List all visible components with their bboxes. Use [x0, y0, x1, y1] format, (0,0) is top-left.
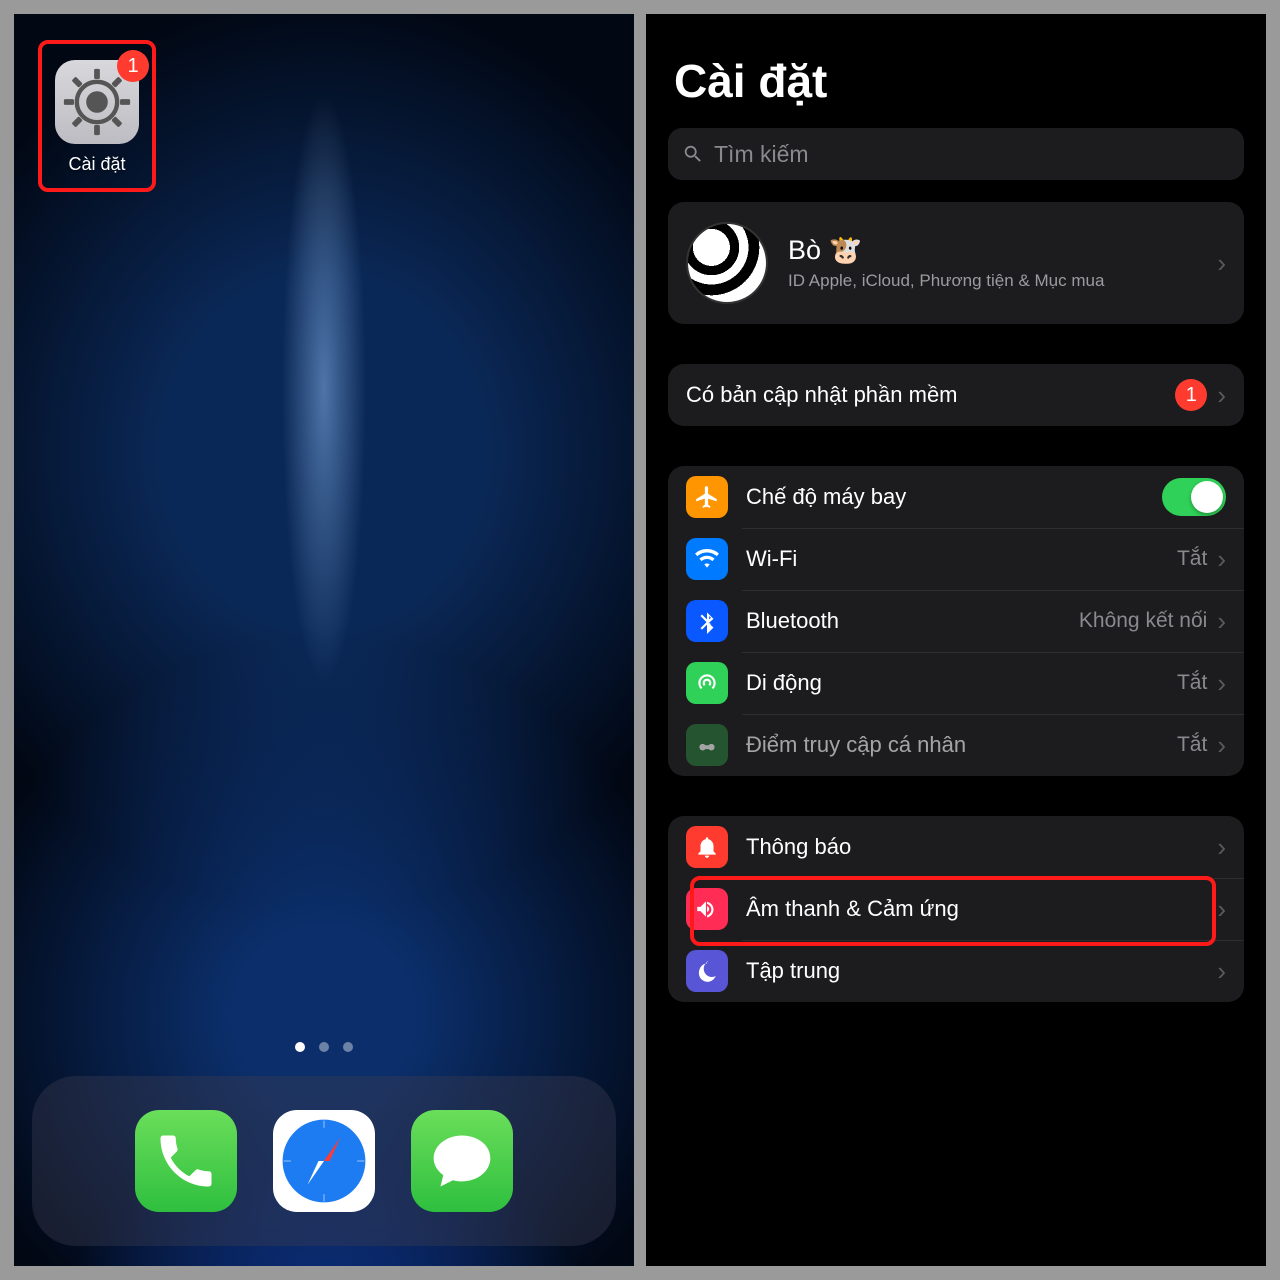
software-update-row[interactable]: Có bản cập nhật phần mềm 1 › [668, 364, 1244, 426]
settings-app-highlight: 1 Cài đặt [38, 40, 156, 192]
focus-label: Tập trung [746, 958, 1207, 984]
airplane-mode-toggle[interactable] [1162, 478, 1226, 516]
safari-app-icon[interactable] [273, 1110, 375, 1212]
chevron-right-icon: › [1217, 832, 1226, 863]
search-input[interactable]: Tìm kiếm [668, 128, 1244, 180]
chevron-right-icon: › [1217, 380, 1226, 411]
chevron-right-icon: › [1217, 606, 1226, 637]
bluetooth-label: Bluetooth [746, 608, 1079, 634]
airplane-mode-row[interactable]: Chế độ máy bay [668, 466, 1244, 528]
sounds-row[interactable]: Âm thanh & Cảm ứng › [668, 878, 1244, 940]
avatar [686, 222, 768, 304]
settings-screen: Cài đặt Tìm kiếm Bò 🐮 ID Apple, iCloud, … [646, 14, 1266, 1266]
notifications-label: Thông báo [746, 834, 1207, 860]
bluetooth-value: Không kết nối [1079, 609, 1207, 633]
hotspot-icon [686, 724, 728, 766]
wifi-row[interactable]: Wi-Fi Tắt › [668, 528, 1244, 590]
airplane-icon [686, 476, 728, 518]
software-update-label: Có bản cập nhật phần mềm [686, 382, 1175, 408]
settings-app-label: Cài đặt [68, 154, 125, 175]
cellular-label: Di động [746, 670, 1177, 696]
search-placeholder: Tìm kiếm [714, 141, 809, 168]
chevron-right-icon: › [1217, 894, 1226, 925]
hotspot-row[interactable]: Điểm truy cập cá nhân Tắt › [668, 714, 1244, 776]
hotspot-label: Điểm truy cập cá nhân [746, 732, 1177, 758]
phone-app-icon[interactable] [135, 1110, 237, 1212]
wifi-value: Tắt [1177, 547, 1207, 571]
chevron-right-icon: › [1217, 668, 1226, 699]
airplane-mode-label: Chế độ máy bay [746, 484, 1162, 510]
apple-id-row[interactable]: Bò 🐮 ID Apple, iCloud, Phương tiện & Mục… [668, 202, 1244, 324]
notifications-row[interactable]: Thông báo › [668, 816, 1244, 878]
bluetooth-row[interactable]: Bluetooth Không kết nối › [668, 590, 1244, 652]
focus-row[interactable]: Tập trung › [668, 940, 1244, 1002]
speaker-icon [686, 888, 728, 930]
search-icon [682, 143, 704, 165]
settings-app-icon[interactable]: 1 [55, 60, 139, 144]
home-screen: 1 Cài đặt [14, 14, 634, 1266]
page-title: Cài đặt [646, 54, 1266, 128]
bluetooth-icon [686, 600, 728, 642]
chevron-right-icon: › [1217, 544, 1226, 575]
settings-app-badge: 1 [117, 50, 149, 82]
cellular-row[interactable]: Di động Tắt › [668, 652, 1244, 714]
update-badge: 1 [1175, 379, 1207, 411]
page-indicator[interactable] [295, 1042, 353, 1052]
messages-app-icon[interactable] [411, 1110, 513, 1212]
bell-icon [686, 826, 728, 868]
chevron-right-icon: › [1217, 730, 1226, 761]
profile-subtitle: ID Apple, iCloud, Phương tiện & Mục mua [788, 270, 1207, 292]
profile-name: Bò 🐮 [788, 234, 1207, 266]
sounds-label: Âm thanh & Cảm ứng [746, 896, 1207, 922]
cellular-value: Tắt [1177, 671, 1207, 695]
hotspot-value: Tắt [1177, 733, 1207, 757]
wifi-icon [686, 538, 728, 580]
wifi-label: Wi-Fi [746, 546, 1177, 572]
moon-icon [686, 950, 728, 992]
chevron-right-icon: › [1217, 248, 1226, 279]
cellular-icon [686, 662, 728, 704]
chevron-right-icon: › [1217, 956, 1226, 987]
dock [32, 1076, 616, 1246]
